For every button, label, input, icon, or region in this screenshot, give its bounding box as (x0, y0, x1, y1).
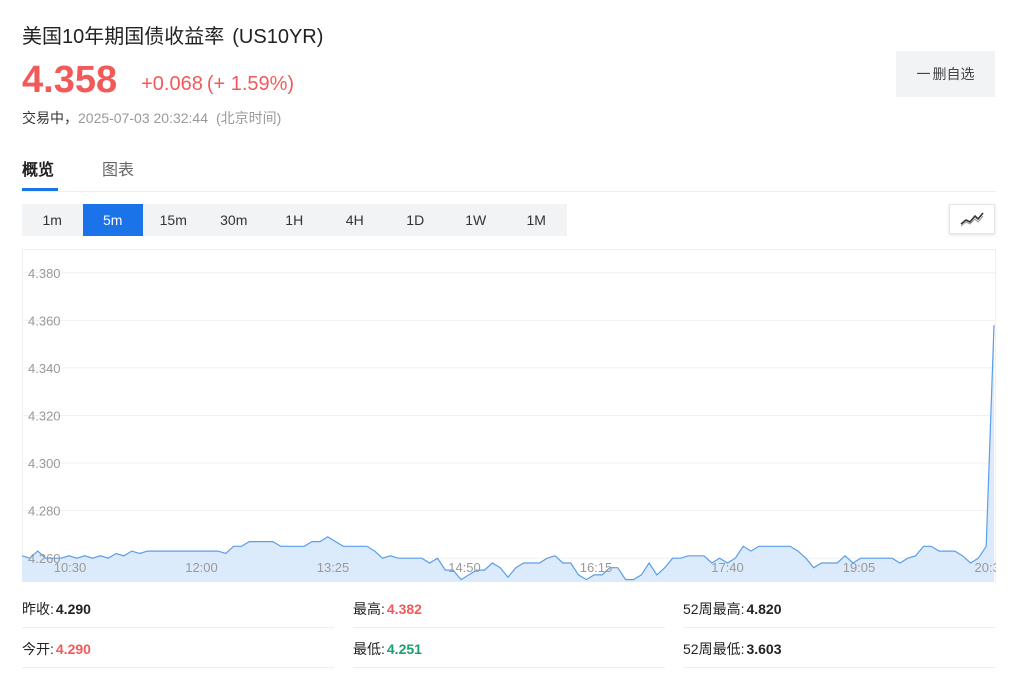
x-tick-label: 10:30 (54, 560, 87, 575)
x-tick-label: 19:05 (843, 560, 876, 575)
timezone-label: (北京时间) (216, 110, 282, 126)
y-tick-label: 4.300 (28, 456, 61, 471)
stat-label: 今开: (22, 640, 54, 657)
change-percent: (+ 1.59%) (206, 73, 295, 95)
interval-4h[interactable]: 4H (325, 204, 386, 236)
y-tick-label: 4.360 (28, 313, 61, 328)
price-chart-svg: 4.2604.2804.3004.3204.3404.3604.38010:30… (22, 249, 996, 582)
y-tick-label: 4.320 (28, 409, 61, 424)
x-tick-label: 16:15 (580, 560, 613, 575)
price-area (22, 325, 994, 582)
stat-value: 4.290 (55, 600, 91, 617)
price-row: 4.358 +0.068 (+ 1.59%) (22, 58, 294, 102)
stat-value: 4.820 (746, 600, 782, 617)
stat-label: 52周最低: (683, 640, 745, 657)
interval-selector: 1m 5m 15m 30m 1H 4H 1D 1W 1M (22, 204, 567, 236)
line-chart-icon (960, 212, 984, 227)
stat-open: 今开: 4.290 (22, 630, 334, 668)
x-tick-label: 14:50 (448, 560, 481, 575)
interval-5m[interactable]: 5m (82, 204, 143, 236)
stat-label: 最高: (353, 600, 385, 617)
interval-15m[interactable]: 15m (143, 204, 204, 236)
interval-1d[interactable]: 1D (385, 204, 446, 236)
chart-type-button[interactable] (949, 204, 995, 234)
stat-label: 52周最高: (683, 600, 745, 617)
x-tick-label: 17:40 (711, 560, 744, 575)
stat-52w-low: 52周最低: 3.603 (683, 630, 995, 668)
price-line (22, 325, 995, 581)
price-chart[interactable]: 4.260 4.280 4.300 4.320 4.340 4.360 4.380 10:30… (22, 249, 996, 582)
x-tick-label: 20:3 (975, 560, 997, 575)
quote-timestamp: 2025-07-03 20:32:44 (78, 110, 208, 126)
stat-label: 昨收: (22, 600, 54, 617)
change-value: +0.068 (141, 73, 203, 95)
instrument-name: 美国10年期国债收益率 (22, 26, 225, 48)
remove-watchlist-label: 删自选 (932, 66, 975, 82)
tab-chart[interactable]: 图表 (102, 156, 134, 180)
last-price: 4.358 (22, 59, 118, 101)
interval-1mo[interactable]: 1M (506, 204, 567, 236)
x-tick-label: 13:25 (317, 560, 350, 575)
trading-state: 交易中， (22, 110, 78, 126)
stat-value: 4.251 (386, 640, 422, 657)
x-tick-label: 12:00 (185, 560, 218, 575)
stat-low: 最低: 4.251 (353, 630, 665, 668)
interval-1m[interactable]: 1m (22, 204, 83, 236)
y-tick-label: 4.340 (28, 361, 61, 376)
active-tab-indicator (22, 188, 58, 191)
stat-high: 最高: 4.382 (353, 590, 665, 628)
y-tick-label: 4.380 (28, 266, 61, 281)
instrument-code: (US10YR) (232, 26, 324, 48)
stat-value: 4.382 (386, 600, 422, 617)
remove-watchlist-button[interactable]: 一删自选 (896, 51, 995, 97)
view-tabs: 概览 图表 (22, 148, 996, 192)
instrument-title: 美国10年期国债收益率 (US10YR) (22, 20, 323, 49)
interval-30m[interactable]: 30m (204, 204, 265, 236)
stat-label: 最低: (353, 640, 385, 657)
stat-52w-high: 52周最高: 4.820 (683, 590, 995, 628)
stat-prev-close: 昨收: 4.290 (22, 590, 334, 628)
tab-overview[interactable]: 概览 (22, 156, 54, 180)
y-tick-label: 4.280 (28, 504, 61, 519)
interval-1w[interactable]: 1W (446, 204, 507, 236)
stat-value: 4.290 (55, 640, 91, 657)
trading-status: 交易中，2025-07-03 20:32:44 (北京时间) (22, 108, 281, 128)
minus-icon: 一 (916, 66, 931, 82)
interval-1h[interactable]: 1H (264, 204, 325, 236)
price-change: +0.068 (+ 1.59%) (141, 66, 294, 102)
stat-value: 3.603 (746, 640, 782, 657)
